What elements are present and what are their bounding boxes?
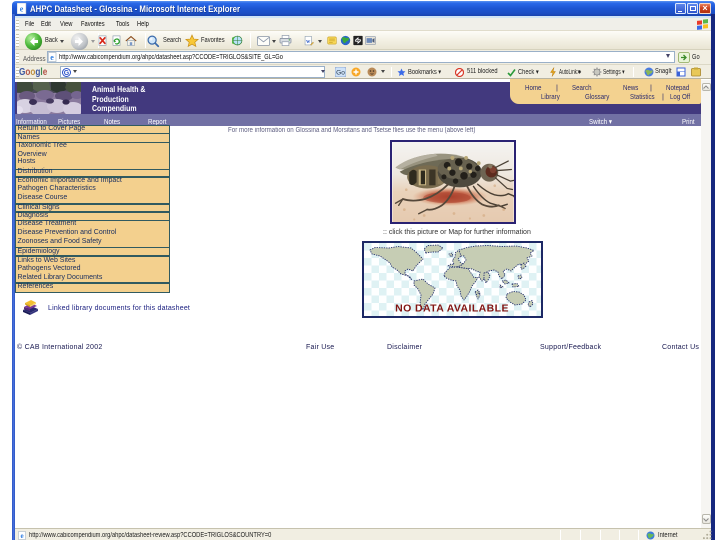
svg-text:Go: Go: [336, 70, 345, 77]
svg-text:G: G: [64, 70, 70, 77]
svg-text:e: e: [20, 532, 23, 540]
svg-text:NO DATA AVAILABLE: NO DATA AVAILABLE: [395, 303, 509, 315]
svg-text:e: e: [20, 5, 24, 14]
svg-text:e: e: [50, 53, 54, 62]
